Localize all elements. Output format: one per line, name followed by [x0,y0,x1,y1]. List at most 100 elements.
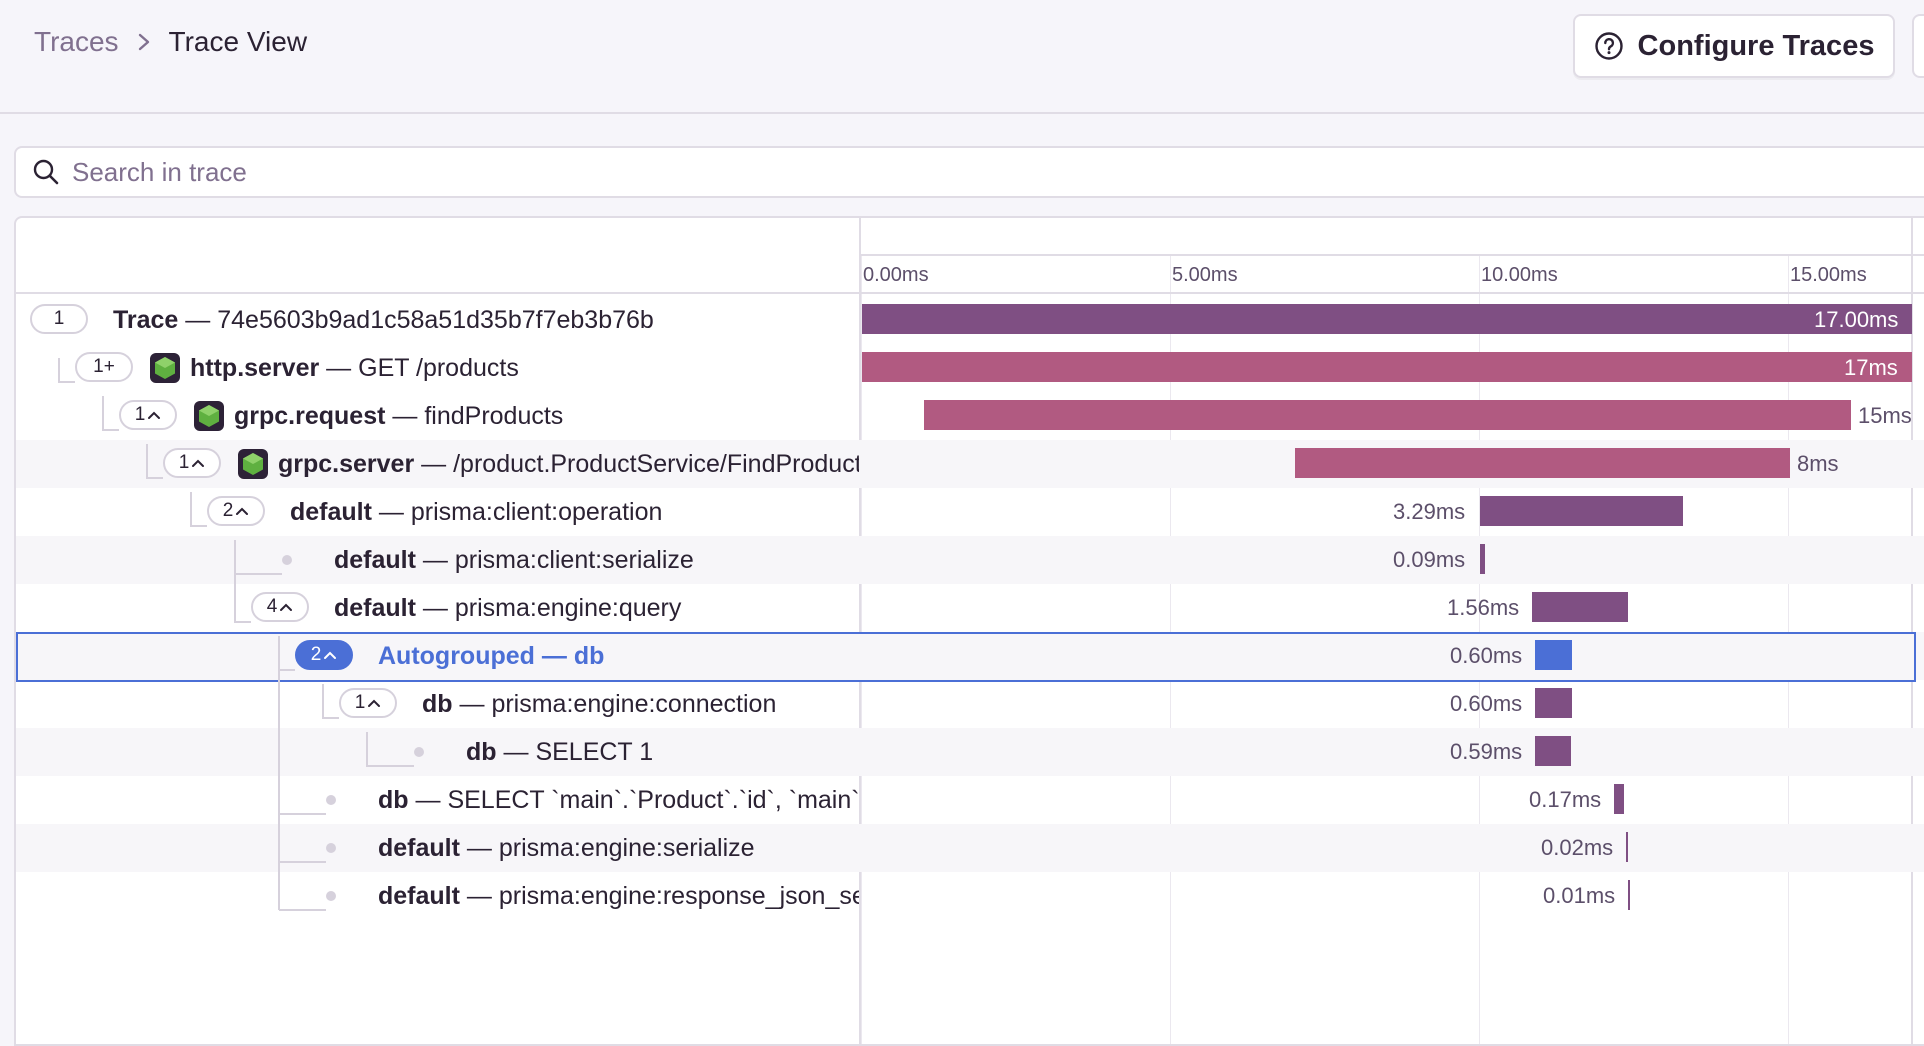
span-description: prisma:engine:serialize [498,834,755,862]
chevron-up-icon [235,506,249,516]
span-op: http.server [190,354,320,382]
tick-label: 0.00ms [863,264,929,286]
more-options-button[interactable] [1912,14,1924,78]
span-duration: 0.17ms [1529,787,1602,812]
span-op: default [290,498,372,526]
span-bar[interactable] [1295,448,1790,478]
span-description: 74e5603b9ad1c58a51d35b7f7eb3b76b [217,306,654,334]
collapse-toggle[interactable]: 1 [119,400,177,430]
span-op: db [422,690,453,718]
span-list: 1 Trace — 74e5603b9ad1c58a51d35b7f7eb3b7… [16,296,1924,920]
nodejs-icon [150,353,180,383]
leaf-node-dot [414,747,424,757]
chevron-up-icon [323,650,337,660]
configure-traces-button[interactable]: Configure Traces [1573,14,1895,78]
collapse-toggle[interactable]: 1 [163,448,221,478]
span-description: SELECT 1 [535,738,654,766]
tick-label: 5.00ms [1172,264,1238,286]
span-op: Autogrouped [378,642,535,670]
leaf-node-dot [326,843,336,853]
span-op: grpc.server [278,450,415,478]
span-op: default [378,834,460,862]
span-row-engine-serialize[interactable]: default — prisma:engine:serialize 0.02ms [16,824,1924,872]
leaf-node-dot [282,555,292,565]
configure-traces-label: Configure Traces [1637,29,1875,62]
search-icon [32,158,60,186]
span-row-client-operation[interactable]: 2 default — prisma:client:operation 3.29… [16,488,1924,536]
chevron-up-icon [279,602,293,612]
help-circle-icon [1594,31,1624,61]
collapse-toggle[interactable]: 4 [251,592,309,622]
span-duration: 8ms [1797,451,1839,476]
span-op: grpc.request [234,402,386,430]
span-duration: 1.56ms [1447,595,1520,620]
span-duration: 0.60ms [1450,691,1523,716]
span-row-http-server[interactable]: 1+ http.server — GET /products 17ms [16,344,1924,392]
span-row-engine-connection[interactable]: 1 db — prisma:engine:connection 0.60ms [16,680,1924,728]
trace-search [14,146,1924,198]
nodejs-icon [194,401,224,431]
span-description: prisma:client:serialize [454,546,694,574]
nodejs-icon [238,449,268,479]
span-row-client-serialize[interactable]: default — prisma:client:serialize 0.09ms [16,536,1924,584]
chevron-up-icon [147,410,161,420]
span-row-select-1[interactable]: db — SELECT 1 0.59ms [16,728,1924,776]
collapse-toggle[interactable]: 1 [339,688,397,718]
search-input[interactable] [70,155,1874,189]
span-bar[interactable] [862,304,1912,334]
leaf-node-dot [326,891,336,901]
page-header: Traces Trace View Configure Traces [0,0,1924,114]
chevron-up-icon [367,698,381,708]
trace-waterfall: 0.00ms 5.00ms 10.00ms 15.00ms 1 Trace — … [14,216,1924,1046]
span-bar[interactable] [1626,832,1628,862]
chevron-right-icon [137,32,151,52]
breadcrumb-traces-link[interactable]: Traces [34,26,119,58]
span-op: Trace [113,306,179,334]
span-description: GET /products [358,354,519,382]
span-duration: 0.60ms [1450,643,1523,668]
span-bar[interactable] [1535,688,1572,718]
span-duration: 0.09ms [1393,547,1466,572]
span-description: prisma:engine:connection [491,690,777,718]
span-description: SELECT `main`.`Product`.`id`, `main`.`Pr… [447,786,859,814]
span-bar[interactable] [1535,640,1572,670]
expand-toggle[interactable]: 1+ [75,352,133,382]
leaf-node-dot [326,795,336,805]
span-bar[interactable] [1535,736,1571,766]
span-op: db [378,786,409,814]
span-op: default [378,882,460,910]
span-description: db [573,642,605,670]
collapse-toggle[interactable]: 2 [207,496,265,526]
breadcrumb: Traces Trace View [34,26,307,58]
span-row-select-product[interactable]: db — SELECT `main`.`Product`.`id`, `main… [16,776,1924,824]
span-row-response-json[interactable]: default — prisma:engine:response_json_se… [16,872,1924,920]
span-bar[interactable] [924,400,1851,430]
collapse-toggle[interactable]: 2 [295,640,353,670]
span-op: db [466,738,497,766]
span-bar[interactable] [1480,496,1683,526]
span-bar[interactable] [862,352,1912,382]
span-row-autogrouped-db[interactable]: 2 Autogrouped — db 0.60ms [16,632,1924,682]
tick-label: 15.00ms [1790,264,1867,286]
span-op: default [334,546,416,574]
span-duration: 17ms [1844,355,1898,380]
span-description: /product.ProductService/FindProducts [453,450,859,478]
span-row-grpc-server[interactable]: 1 grpc.server — /product.ProductService/… [16,440,1924,488]
span-duration: 0.02ms [1541,835,1614,860]
page-title: Trace View [168,26,308,57]
span-row-engine-query[interactable]: 4 default — prisma:engine:query 1.56ms [16,584,1924,632]
span-op: default [334,594,416,622]
span-bar[interactable] [1628,880,1630,910]
span-row-grpc-request[interactable]: 1 grpc.request — findProducts 15ms [16,392,1924,440]
trace-row[interactable]: 1 Trace — 74e5603b9ad1c58a51d35b7f7eb3b7… [16,296,1924,344]
span-bar[interactable] [1532,592,1628,622]
span-bar[interactable] [1480,544,1485,574]
tick-label: 10.00ms [1481,264,1558,286]
span-duration: 15ms [1858,403,1912,428]
span-bar[interactable] [1614,784,1624,814]
span-description: prisma:client:operation [410,498,663,526]
chevron-up-icon [191,458,205,468]
span-duration: 3.29ms [1393,499,1466,524]
span-duration: 0.01ms [1543,883,1616,908]
collapse-toggle[interactable]: 1 [30,304,88,334]
